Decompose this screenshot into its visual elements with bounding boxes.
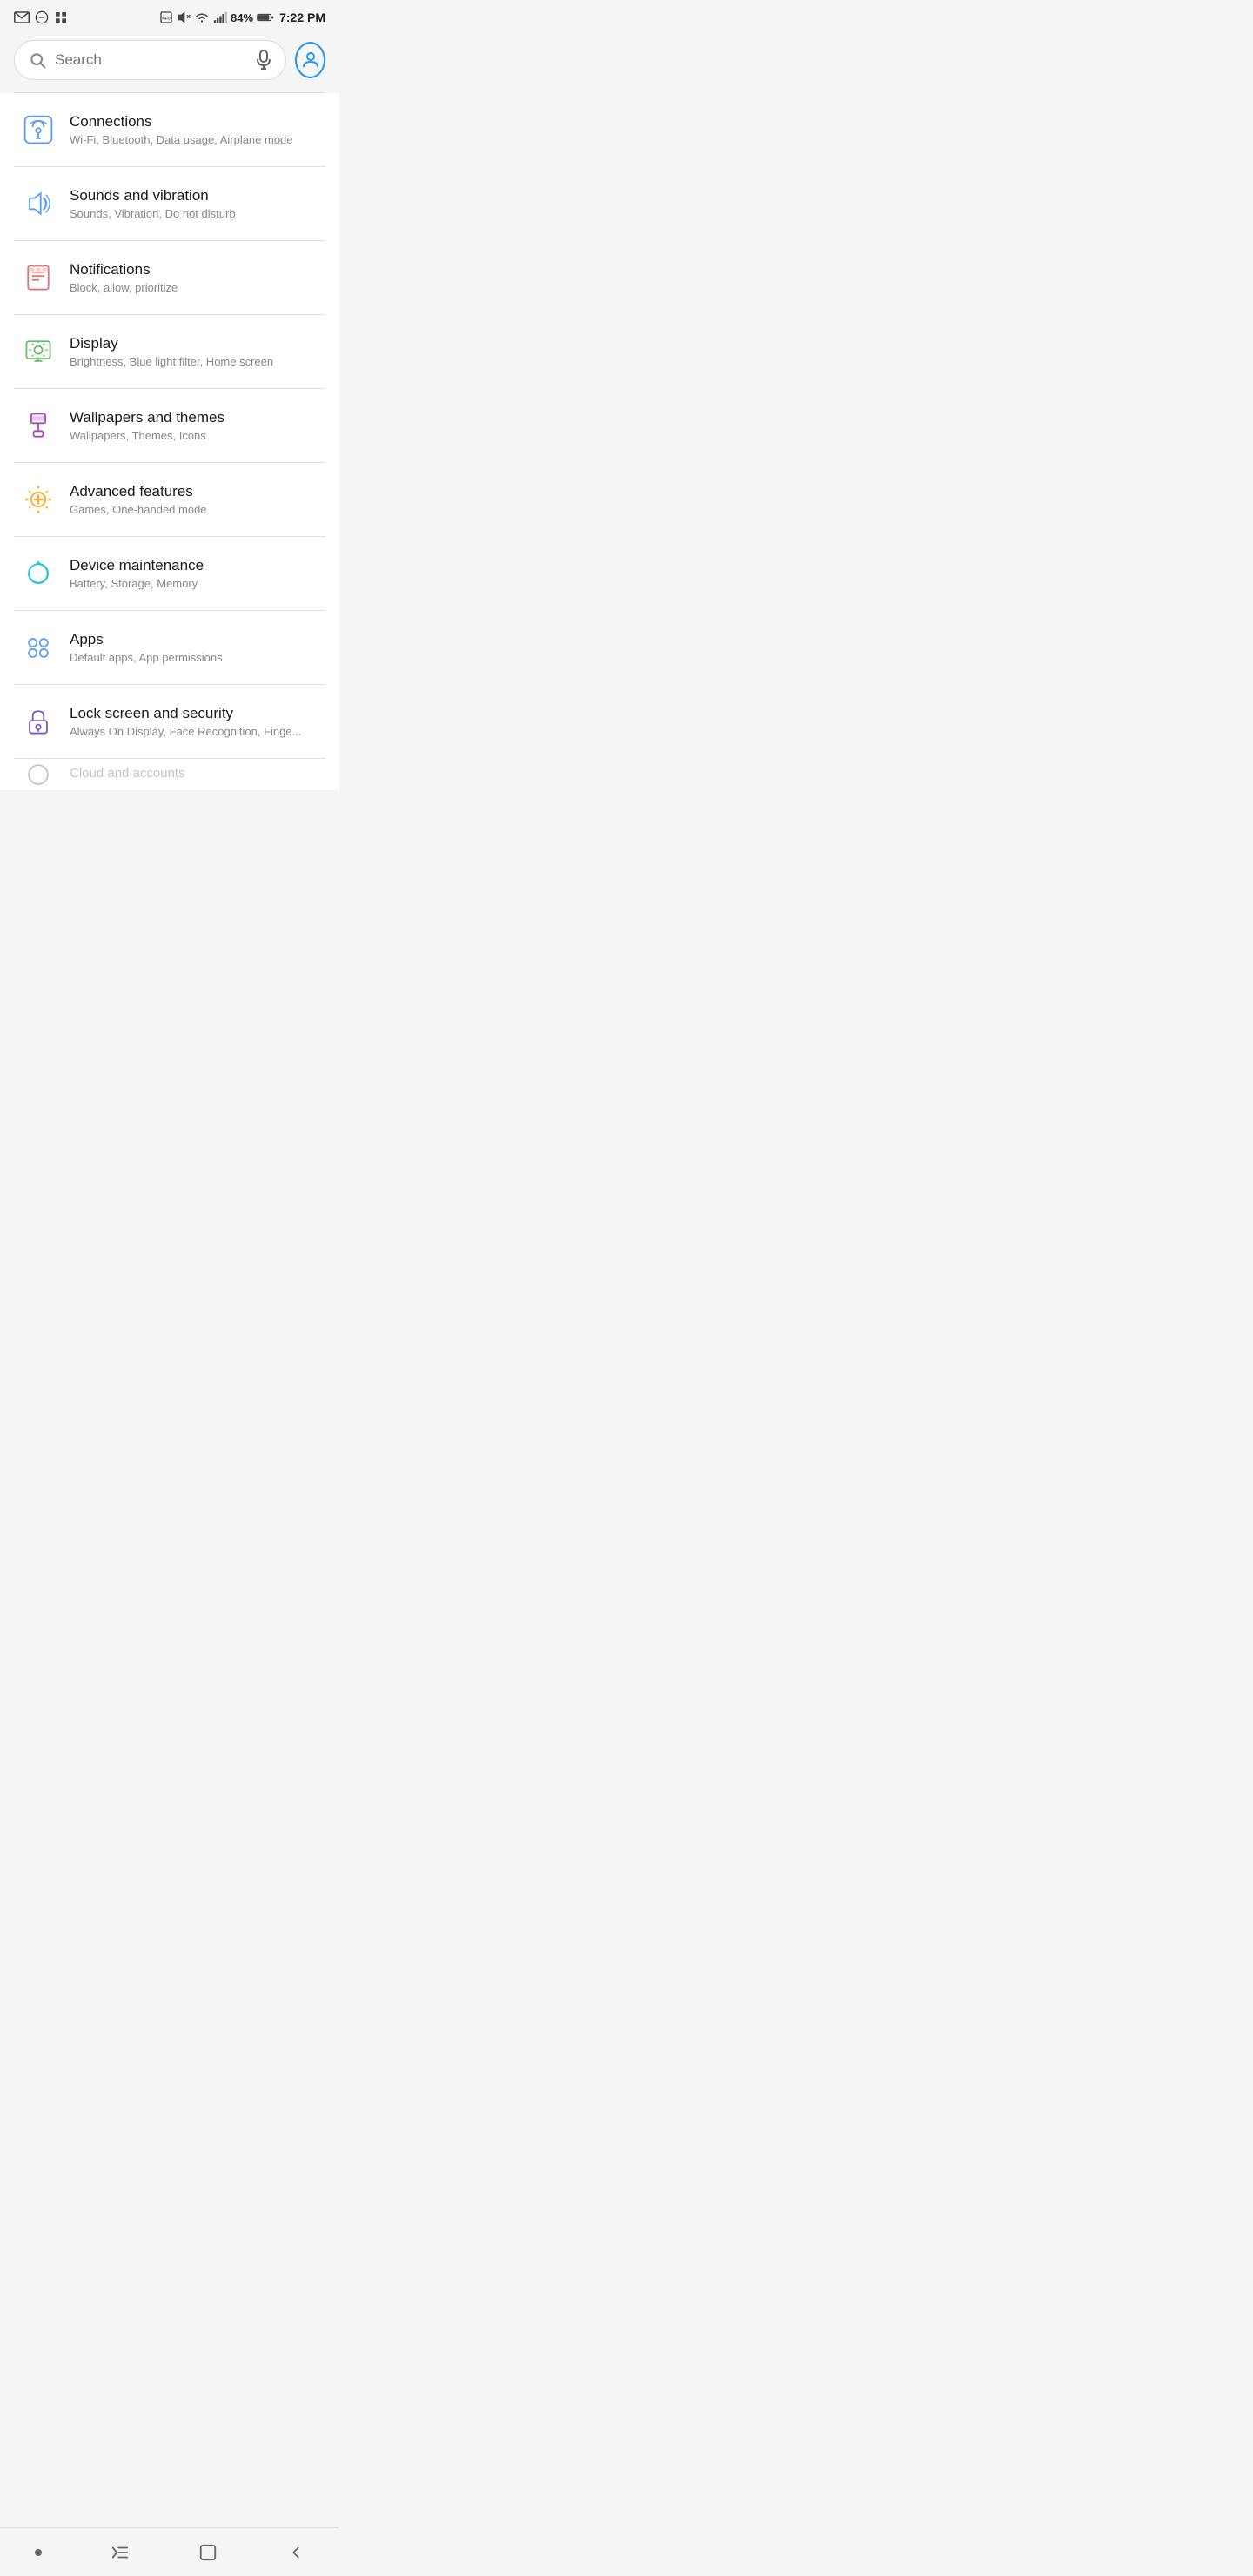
- apps-text: Apps Default apps, App permissions: [70, 631, 322, 664]
- lockscreen-subtitle: Always On Display, Face Recognition, Fin…: [70, 725, 322, 738]
- settings-item-apps[interactable]: Apps Default apps, App permissions: [0, 611, 339, 684]
- nfc-icon: NFC: [159, 10, 173, 24]
- overview-button[interactable]: [181, 2534, 235, 2571]
- lockscreen-title: Lock screen and security: [70, 705, 322, 722]
- connections-icon: [17, 109, 59, 151]
- maintenance-subtitle: Battery, Storage, Memory: [70, 577, 322, 590]
- search-icon: [29, 51, 46, 69]
- connections-title: Connections: [70, 113, 322, 131]
- display-title: Display: [70, 335, 322, 352]
- display-text: Display Brightness, Blue light filter, H…: [70, 335, 322, 368]
- profile-button[interactable]: [295, 42, 325, 78]
- sync-icon: [35, 10, 49, 24]
- advanced-title: Advanced features: [70, 483, 322, 500]
- partial-text: Cloud and accounts: [70, 766, 322, 783]
- sounds-subtitle: Sounds, Vibration, Do not disturb: [70, 207, 322, 220]
- settings-item-maintenance[interactable]: Device maintenance Battery, Storage, Mem…: [0, 537, 339, 610]
- settings-item-lockscreen[interactable]: Lock screen and security Always On Displ…: [0, 685, 339, 758]
- wallpapers-text: Wallpapers and themes Wallpapers, Themes…: [70, 409, 322, 442]
- signal-icon: [213, 11, 227, 23]
- wallpapers-subtitle: Wallpapers, Themes, Icons: [70, 429, 322, 442]
- time-display: 7:22 PM: [279, 10, 325, 24]
- partial-icon: [17, 759, 59, 790]
- notifications-subtitle: Block, allow, prioritize: [70, 281, 322, 294]
- settings-item-display[interactable]: Display Brightness, Blue light filter, H…: [0, 315, 339, 388]
- profile-icon: [300, 50, 321, 70]
- grid-icon: [54, 10, 68, 24]
- back-icon: [286, 2543, 305, 2562]
- sounds-icon: [17, 183, 59, 225]
- home-dot-button[interactable]: [17, 2540, 59, 2565]
- settings-item-partial[interactable]: Cloud and accounts: [0, 759, 339, 790]
- status-right-icons: NFC 84% 7:22 PM: [159, 10, 325, 24]
- apps-icon: [17, 627, 59, 668]
- home-dot-icon: [35, 2549, 42, 2556]
- lockscreen-icon: [17, 701, 59, 742]
- wallpapers-title: Wallpapers and themes: [70, 409, 322, 426]
- connections-subtitle: Wi-Fi, Bluetooth, Data usage, Airplane m…: [70, 133, 322, 146]
- settings-list: Connections Wi-Fi, Bluetooth, Data usage…: [0, 93, 339, 842]
- partial-title: Cloud and accounts: [70, 766, 322, 781]
- search-bar[interactable]: [14, 40, 286, 80]
- search-input[interactable]: [55, 51, 247, 69]
- wifi-icon: [194, 11, 210, 23]
- maintenance-icon: [17, 553, 59, 594]
- advanced-subtitle: Games, One-handed mode: [70, 503, 322, 516]
- recents-icon: [111, 2543, 130, 2562]
- connections-text: Connections Wi-Fi, Bluetooth, Data usage…: [70, 113, 322, 146]
- status-bar: NFC 84% 7:22 PM: [0, 0, 339, 31]
- settings-item-connections[interactable]: Connections Wi-Fi, Bluetooth, Data usage…: [0, 93, 339, 166]
- advanced-text: Advanced features Games, One-handed mode: [70, 483, 322, 516]
- sounds-title: Sounds and vibration: [70, 187, 322, 205]
- settings-items-container: Connections Wi-Fi, Bluetooth, Data usage…: [0, 93, 339, 790]
- settings-item-sounds[interactable]: Sounds and vibration Sounds, Vibration, …: [0, 167, 339, 240]
- notifications-text: Notifications Block, allow, prioritize: [70, 261, 322, 294]
- wallpapers-icon: [17, 405, 59, 446]
- settings-item-advanced[interactable]: Advanced features Games, One-handed mode: [0, 463, 339, 536]
- mic-icon[interactable]: [256, 50, 271, 70]
- overview-icon: [198, 2543, 218, 2562]
- notifications-title: Notifications: [70, 261, 322, 278]
- svg-text:NFC: NFC: [162, 17, 171, 21]
- apps-title: Apps: [70, 631, 322, 648]
- status-left-icons: [14, 10, 68, 24]
- battery-icon: [257, 12, 274, 23]
- settings-item-wallpapers[interactable]: Wallpapers and themes Wallpapers, Themes…: [0, 389, 339, 462]
- settings-item-notifications[interactable]: Notifications Block, allow, prioritize: [0, 241, 339, 314]
- mute-icon: [177, 10, 191, 24]
- battery-text: 84%: [231, 11, 253, 24]
- bottom-navigation: [0, 2527, 339, 2576]
- sounds-text: Sounds and vibration Sounds, Vibration, …: [70, 187, 322, 220]
- display-icon: [17, 331, 59, 372]
- display-subtitle: Brightness, Blue light filter, Home scre…: [70, 355, 322, 368]
- notifications-icon: [17, 257, 59, 299]
- lockscreen-text: Lock screen and security Always On Displ…: [70, 705, 322, 738]
- mail-icon: [14, 11, 30, 23]
- search-container: [0, 31, 339, 92]
- maintenance-title: Device maintenance: [70, 557, 322, 574]
- advanced-icon: [17, 479, 59, 520]
- recents-button[interactable]: [93, 2534, 147, 2571]
- maintenance-text: Device maintenance Battery, Storage, Mem…: [70, 557, 322, 590]
- apps-subtitle: Default apps, App permissions: [70, 651, 322, 664]
- back-button[interactable]: [269, 2534, 323, 2571]
